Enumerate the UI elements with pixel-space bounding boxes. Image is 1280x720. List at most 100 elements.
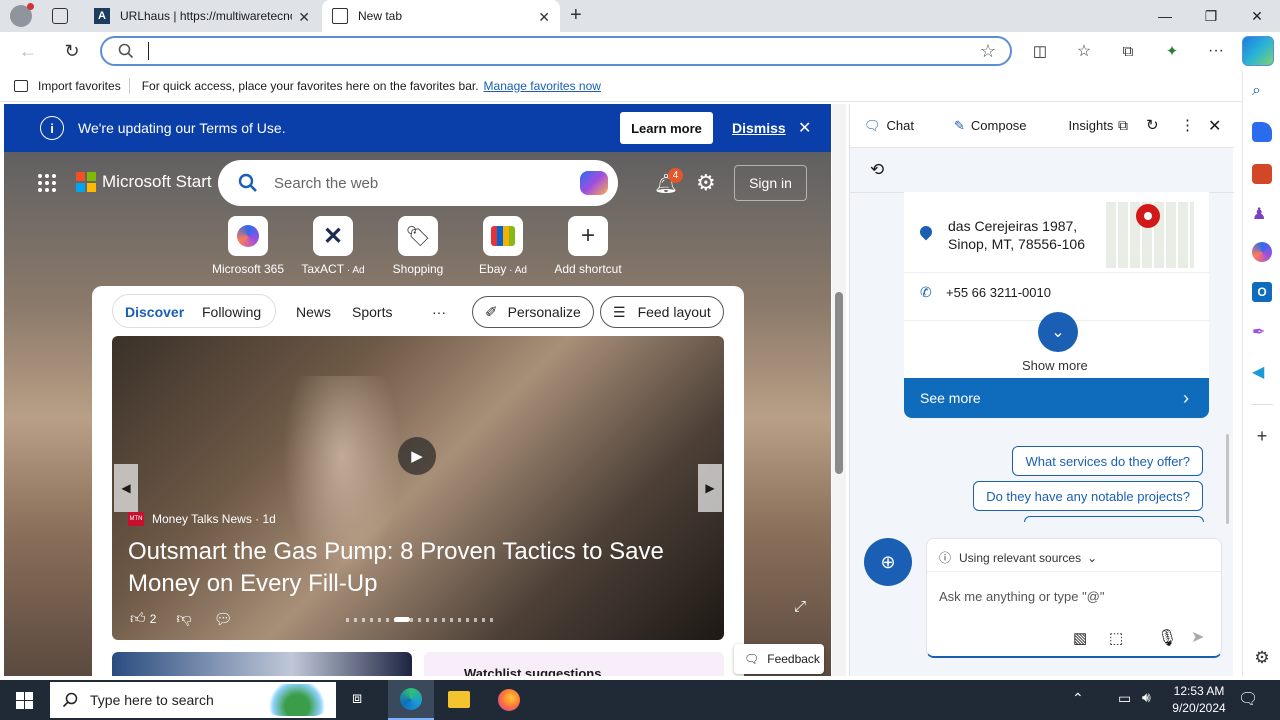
clock-time[interactable]: 12:53 AM: [1170, 684, 1228, 698]
more-options-icon[interactable]: ⋮: [1180, 116, 1195, 134]
manage-favorites-link[interactable]: Manage favorites now: [484, 79, 601, 93]
show-more-label[interactable]: Show more: [1022, 358, 1088, 373]
outlook-icon[interactable]: O: [1252, 282, 1272, 302]
comment-icon[interactable]: 💬︎: [214, 610, 233, 628]
screenshot-icon[interactable]: ⬚: [1109, 629, 1123, 647]
copilot-icon[interactable]: [580, 171, 608, 195]
more-tabs-icon[interactable]: ···: [432, 296, 446, 328]
shortcut-add[interactable]: + Add shortcut: [544, 216, 632, 276]
tab-compose[interactable]: Compose: [971, 118, 1027, 133]
microsoft-365-icon[interactable]: [1252, 242, 1272, 262]
taskbar-search-box[interactable]: Type here to search: [50, 682, 336, 718]
close-banner-icon[interactable]: ✕: [798, 118, 811, 138]
notifications-icon[interactable]: 🗨︎: [1238, 689, 1258, 709]
back-arrow-icon[interactable]: ←: [16, 40, 40, 62]
shortcut-shopping[interactable]: 🏷︎ Shopping: [374, 216, 462, 276]
dismiss-button[interactable]: Dismiss: [732, 120, 786, 136]
shortcut-microsoft-365[interactable]: Microsoft 365: [204, 216, 292, 276]
tab-insights[interactable]: Insights: [1069, 118, 1114, 133]
import-favorites-button[interactable]: Import favorites: [38, 79, 121, 93]
file-explorer-icon[interactable]: [448, 691, 470, 708]
show-more-chevron-icon[interactable]: ⌄: [1038, 312, 1078, 352]
chat-input-box[interactable]: ⓘ Using relevant sources ⌄ Ask me anythi…: [926, 538, 1222, 658]
tab-sports[interactable]: Sports: [352, 296, 392, 328]
edge-taskbar-icon[interactable]: [388, 680, 434, 720]
web-search-box[interactable]: Search the web: [218, 160, 618, 206]
designer-icon[interactable]: ✒: [1252, 322, 1272, 342]
import-favorites-icon[interactable]: [14, 79, 28, 92]
shortcut-ebay[interactable]: Ebay · Ad: [459, 216, 547, 276]
tab-news[interactable]: News: [296, 296, 331, 328]
tab-close-icon[interactable]: ✕: [538, 9, 550, 26]
more-menu-icon[interactable]: ···: [1204, 40, 1228, 62]
close-window-icon[interactable]: ✕: [1234, 0, 1280, 32]
tools-briefcase-icon[interactable]: [1252, 164, 1272, 184]
clock-date[interactable]: 9/20/2024: [1166, 701, 1232, 715]
games-icon[interactable]: ♟: [1252, 204, 1272, 224]
profile-avatar[interactable]: [10, 3, 34, 27]
settings-gear-icon[interactable]: ⚙: [1252, 648, 1272, 668]
story-headline[interactable]: Outsmart the Gas Pump: 8 Proven Tactics …: [128, 536, 688, 600]
history-icon[interactable]: ⟲: [870, 160, 884, 180]
search-icon[interactable]: ⌕: [1252, 82, 1272, 102]
shortcut-taxact[interactable]: ✕ TaxACT · Ad: [289, 216, 377, 276]
like-icon[interactable]: 👍︎: [130, 610, 146, 628]
dislike-icon[interactable]: 👎︎: [176, 610, 191, 628]
task-view-icon[interactable]: ⧈: [352, 690, 362, 708]
sources-selector[interactable]: ⓘ Using relevant sources ⌄: [939, 549, 1097, 566]
suggestion-partial[interactable]: [1024, 516, 1204, 522]
network-icon[interactable]: ▭: [1118, 690, 1131, 707]
favorites-icon[interactable]: ☆: [1072, 40, 1096, 62]
new-topic-button[interactable]: ⊕: [864, 538, 912, 586]
play-icon[interactable]: ▶: [398, 437, 436, 475]
image-upload-icon[interactable]: ▧: [1073, 629, 1087, 647]
add-app-icon[interactable]: +: [1252, 426, 1272, 446]
next-story-card[interactable]: [112, 652, 412, 676]
restore-icon[interactable]: ❐: [1188, 0, 1234, 32]
settings-gear-icon[interactable]: ⚙: [696, 170, 716, 196]
split-screen-icon[interactable]: ◫: [1028, 40, 1052, 62]
personalize-button[interactable]: ✐ Personalize: [472, 296, 594, 328]
tab-new-tab[interactable]: New tab ✕: [322, 0, 560, 32]
watchlist-card[interactable]: Watchlist suggestions: [424, 652, 724, 676]
feed-layout-button[interactable]: ☰ Feed layout: [600, 296, 724, 328]
close-sidebar-icon[interactable]: ✕: [1208, 116, 1221, 136]
address-input[interactable]: [148, 42, 948, 60]
address-bar[interactable]: ☆: [100, 36, 1012, 66]
see-more-button[interactable]: See more ›: [904, 378, 1209, 418]
tab-actions-icon[interactable]: [52, 8, 68, 24]
refresh-icon[interactable]: ↻: [1146, 116, 1159, 134]
page-scrollbar[interactable]: [832, 104, 846, 676]
hero-story-card[interactable]: ▶ ◀ ▶ MTN Money Talks News · 1d Outsmart…: [112, 336, 724, 640]
send-icon[interactable]: ➤: [1191, 627, 1204, 647]
map-thumbnail[interactable]: [1106, 202, 1194, 268]
tab-close-icon[interactable]: ✕: [298, 9, 310, 26]
feedback-button[interactable]: 🗨︎ Feedback: [734, 644, 824, 674]
new-tab-plus-icon[interactable]: +: [570, 4, 582, 27]
open-in-new-icon[interactable]: ⧉: [1118, 117, 1128, 134]
learn-more-button[interactable]: Learn more: [620, 112, 713, 144]
shopping-tag-icon[interactable]: [1252, 122, 1272, 142]
tab-chat[interactable]: Chat: [887, 118, 914, 133]
microphone-icon[interactable]: 🎙︎: [1157, 628, 1177, 648]
suggestion-projects[interactable]: Do they have any notable projects?: [973, 481, 1203, 511]
phone-number[interactable]: +55 66 3211-0010: [946, 285, 1051, 300]
volume-icon[interactable]: 🔊︎: [1142, 689, 1151, 706]
tab-discover[interactable]: Discover: [125, 296, 184, 328]
extensions-icon[interactable]: ✦: [1160, 40, 1184, 62]
favorite-star-icon[interactable]: ☆: [980, 41, 996, 62]
refresh-icon[interactable]: ↻: [60, 40, 84, 62]
windows-start-icon[interactable]: [16, 692, 33, 709]
sign-in-button[interactable]: Sign in: [734, 165, 807, 201]
tab-following[interactable]: Following: [202, 296, 261, 328]
show-hidden-icons-icon[interactable]: ⌃: [1072, 690, 1084, 707]
copilot-icon[interactable]: [1242, 36, 1274, 66]
carousel-next-icon[interactable]: ▶: [698, 464, 722, 512]
sidebar-scrollbar[interactable]: [1226, 434, 1229, 524]
expand-icon[interactable]: ⤢: [794, 598, 806, 615]
microsoft-start-logo[interactable]: Microsoft Start: [34, 172, 212, 192]
collections-icon[interactable]: ⧉: [1116, 40, 1140, 62]
firefox-icon[interactable]: [498, 689, 520, 711]
tab-urlhaus[interactable]: A URLhaus | https://multiwaretecnologia.…: [84, 0, 320, 32]
send-to-phone-icon[interactable]: ◀: [1252, 362, 1272, 382]
